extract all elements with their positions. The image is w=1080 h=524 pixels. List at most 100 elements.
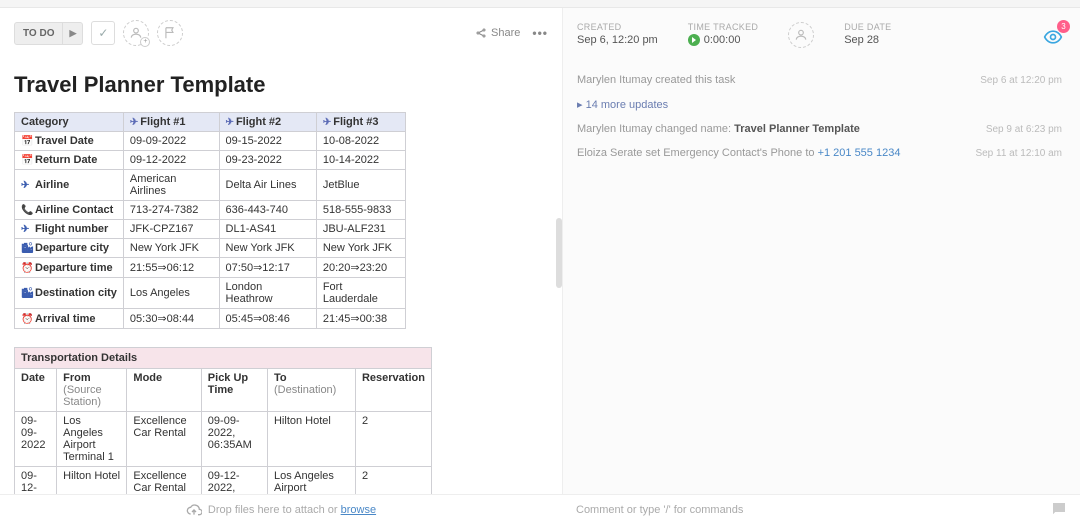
cell[interactable]: 05:45⇒08:46 bbox=[219, 309, 316, 329]
cell[interactable]: JFK-CPZ167 bbox=[123, 220, 219, 239]
cell[interactable]: 09-23-2022 bbox=[219, 151, 316, 170]
table-row: 09-09-2022Los Angeles Airport Terminal 1… bbox=[15, 412, 432, 467]
tracked-value: 0:00:00 bbox=[704, 34, 741, 46]
cell[interactable]: 2 bbox=[355, 412, 431, 467]
cell[interactable]: 10-08-2022 bbox=[316, 132, 405, 151]
col-category: Category bbox=[15, 113, 124, 132]
col-flight-1: ✈Flight #1 bbox=[123, 113, 219, 132]
row-label: 📞Airline Contact bbox=[15, 201, 124, 220]
watch-badge: 3 bbox=[1057, 20, 1070, 33]
cell[interactable]: 09-12-2022 bbox=[123, 151, 219, 170]
row-label: ⏰Arrival time bbox=[15, 309, 124, 329]
priority-flag-button[interactable] bbox=[157, 20, 183, 46]
col-reservation: Reservation bbox=[355, 369, 431, 412]
complete-button[interactable]: ✓ bbox=[91, 21, 115, 45]
col-flight-3: ✈Flight #3 bbox=[316, 113, 405, 132]
assignee-placeholder[interactable] bbox=[788, 22, 814, 48]
status-label: TO DO bbox=[15, 23, 62, 44]
col-date: Date bbox=[15, 369, 57, 412]
chat-icon bbox=[1050, 500, 1068, 518]
cell[interactable]: 636-443-740 bbox=[219, 201, 316, 220]
cell[interactable]: 21:55⇒06:12 bbox=[123, 258, 219, 278]
cell[interactable]: New York JFK bbox=[219, 239, 316, 258]
activity-item: Marylen Itumay changed name: Travel Plan… bbox=[577, 117, 1062, 141]
attachment-dropzone[interactable]: Drop files here to attach or browse bbox=[0, 494, 562, 524]
cell[interactable]: JBU-ALF231 bbox=[316, 220, 405, 239]
window-topbar bbox=[0, 0, 1080, 8]
cell[interactable]: Delta Air Lines bbox=[219, 170, 316, 201]
activity-timestamp: Sep 9 at 6:23 pm bbox=[986, 124, 1062, 135]
col-from: From (Source Station) bbox=[57, 369, 127, 412]
cell[interactable]: 518-555-9833 bbox=[316, 201, 405, 220]
activity-more-link[interactable]: ▸ 14 more updates bbox=[577, 92, 1062, 117]
created-label: CREATED bbox=[577, 22, 658, 32]
activity-timestamp: Sep 11 at 12:10 am bbox=[975, 148, 1062, 159]
cell[interactable]: 05:30⇒08:44 bbox=[123, 309, 219, 329]
cell[interactable]: Los Angeles Airport Terminal 1 bbox=[57, 412, 127, 467]
browse-link[interactable]: browse bbox=[341, 504, 376, 516]
cell[interactable]: DL1-AS41 bbox=[219, 220, 316, 239]
cell[interactable]: JetBlue bbox=[316, 170, 405, 201]
cell[interactable]: 20:20⇒23:20 bbox=[316, 258, 405, 278]
cell[interactable]: 09-09-2022, 06:35AM bbox=[201, 412, 267, 467]
cell[interactable]: London Heathrow bbox=[219, 278, 316, 309]
row-label: 🏙Destination city bbox=[15, 278, 124, 309]
activity-timestamp: Sep 6 at 12:20 pm bbox=[980, 75, 1062, 86]
table-row: ⏰Arrival time05:30⇒08:4405:45⇒08:4621:45… bbox=[15, 309, 406, 329]
tracked-label: TIME TRACKED bbox=[688, 22, 758, 32]
table-row: 🏙Destination cityLos AngelesLondon Heath… bbox=[15, 278, 406, 309]
cell[interactable]: 09-09-2022 bbox=[15, 412, 57, 467]
more-menu-button[interactable]: ••• bbox=[532, 26, 548, 40]
cell[interactable]: Hilton Hotel bbox=[267, 412, 355, 467]
task-title[interactable]: Travel Planner Template bbox=[0, 54, 562, 108]
row-label: 📅Travel Date bbox=[15, 132, 124, 151]
activity-item: Eloiza Serate set Emergency Contact's Ph… bbox=[577, 141, 1062, 165]
status-dropdown-arrow[interactable]: ▶ bbox=[62, 23, 82, 44]
col-mode: Mode bbox=[127, 369, 201, 412]
cell[interactable]: Fort Lauderdale bbox=[316, 278, 405, 309]
cell[interactable]: 09-15-2022 bbox=[219, 132, 316, 151]
cell[interactable]: New York JFK bbox=[316, 239, 405, 258]
table-row: 📞Airline Contact713-274-7382636-443-7405… bbox=[15, 201, 406, 220]
cell[interactable]: Los Angeles bbox=[123, 278, 219, 309]
cell[interactable]: 21:45⇒00:38 bbox=[316, 309, 405, 329]
meta-due-date: DUE DATE Sep 28 bbox=[844, 22, 891, 46]
watch-button[interactable]: 3 bbox=[1040, 24, 1066, 50]
cell[interactable]: 07:50⇒12:17 bbox=[219, 258, 316, 278]
plane-icon: ✈ bbox=[323, 117, 331, 128]
share-label: Share bbox=[491, 27, 520, 39]
assignee-add-button[interactable]: + bbox=[123, 20, 149, 46]
meta-time-tracked: TIME TRACKED 0:00:00 bbox=[688, 22, 758, 46]
cell[interactable]: 713-274-7382 bbox=[123, 201, 219, 220]
plus-icon: + bbox=[140, 37, 150, 47]
activity-text: Marylen Itumay changed name: Travel Plan… bbox=[577, 123, 860, 135]
activity-pane: CREATED Sep 6, 12:20 pm TIME TRACKED 0:0… bbox=[562, 8, 1080, 524]
due-label: DUE DATE bbox=[844, 22, 891, 32]
col-to: To (Destination) bbox=[267, 369, 355, 412]
comment-placeholder: Comment or type '/' for commands bbox=[576, 504, 743, 516]
created-value: Sep 6, 12:20 pm bbox=[577, 34, 658, 46]
meta-created: CREATED Sep 6, 12:20 pm bbox=[577, 22, 658, 46]
cell[interactable]: American Airlines bbox=[123, 170, 219, 201]
table-row: ✈AirlineAmerican AirlinesDelta Air Lines… bbox=[15, 170, 406, 201]
table-row: ✈Flight numberJFK-CPZ167DL1-AS41JBU-ALF2… bbox=[15, 220, 406, 239]
status-button[interactable]: TO DO ▶ bbox=[14, 22, 83, 45]
row-label: ⏰Departure time bbox=[15, 258, 124, 278]
activity-text: Marylen Itumay created this task bbox=[577, 74, 735, 86]
cell[interactable]: 09-09-2022 bbox=[123, 132, 219, 151]
row-label: ✈Airline bbox=[15, 170, 124, 201]
cell[interactable]: Excellence Car Rental bbox=[127, 412, 201, 467]
table-row: 📅Travel Date09-09-202209-15-202210-08-20… bbox=[15, 132, 406, 151]
share-button[interactable]: Share bbox=[475, 27, 520, 39]
play-icon[interactable] bbox=[688, 34, 700, 46]
col-pickup: Pick Up Time bbox=[201, 369, 267, 412]
activity-item: Marylen Itumay created this task Sep 6 a… bbox=[577, 68, 1062, 92]
cell[interactable]: New York JFK bbox=[123, 239, 219, 258]
cloud-upload-icon bbox=[186, 502, 202, 518]
task-content-pane: TO DO ▶ ✓ + Share ••• Travel Planner Tem… bbox=[0, 8, 562, 524]
comment-input[interactable]: Comment or type '/' for commands bbox=[562, 494, 1080, 524]
due-value: Sep 28 bbox=[844, 34, 891, 46]
task-toolbar: TO DO ▶ ✓ + Share ••• bbox=[0, 8, 562, 54]
flight-table: Category ✈Flight #1 ✈Flight #2 ✈Flight #… bbox=[14, 112, 406, 329]
cell[interactable]: 10-14-2022 bbox=[316, 151, 405, 170]
